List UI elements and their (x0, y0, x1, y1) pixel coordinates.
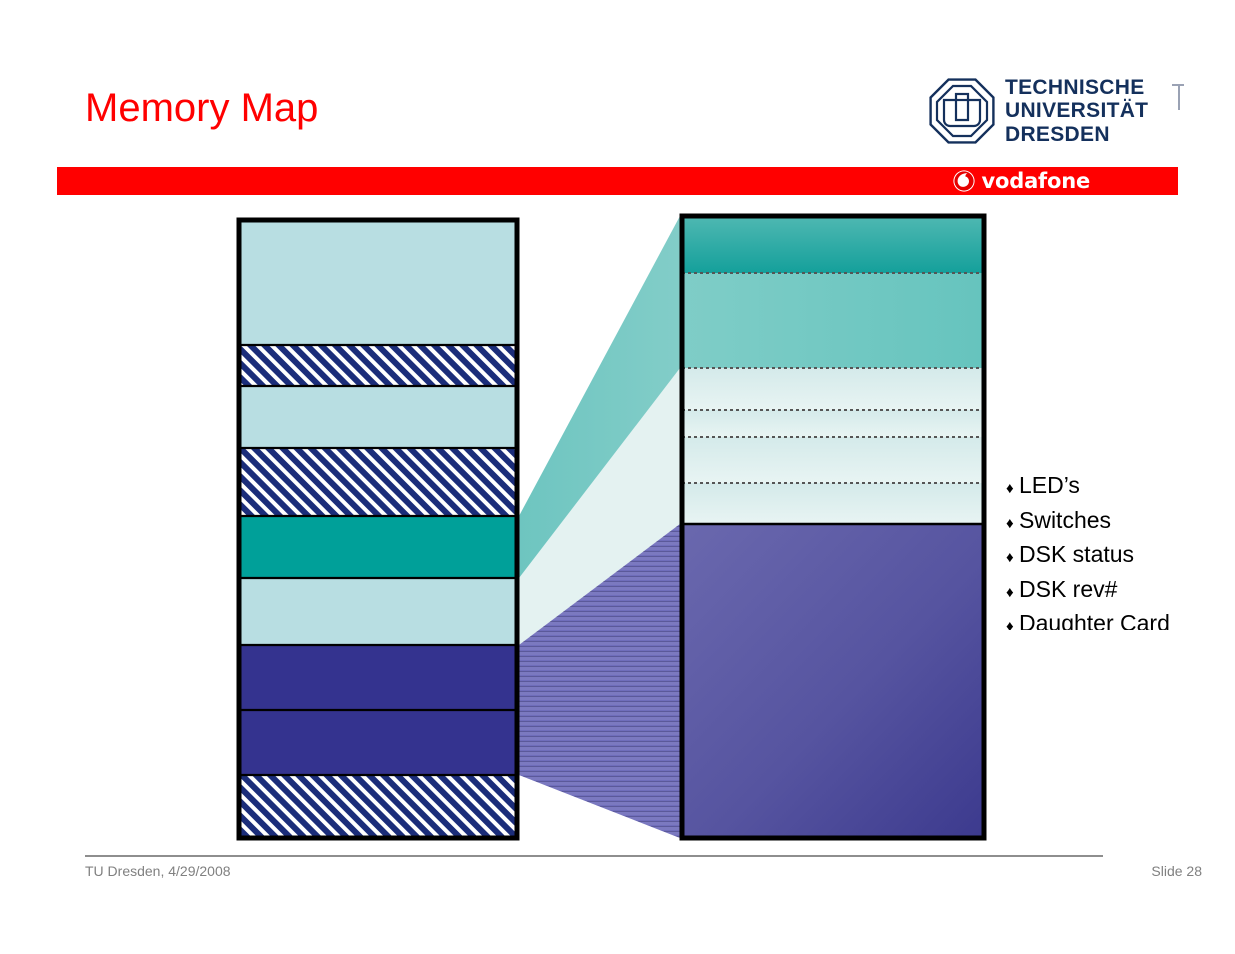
right-column-dotted-separators (682, 272, 984, 484)
connector-group (519, 216, 680, 838)
band-light-1 (239, 220, 517, 345)
detail-band-3 (682, 368, 984, 410)
slide-canvas: Memory Map TECHNISCHE UNIVERSITÄT DRESDE… (0, 0, 1235, 954)
band-indigo-1 (239, 645, 517, 710)
band-light-3 (239, 578, 517, 645)
right-detail-column (679, 213, 987, 841)
diamond-bullet-icon: ♦ (1006, 618, 1014, 630)
list-item: ♦ DSK status (1006, 539, 1235, 574)
list-item-label: DSK rev# (1019, 575, 1118, 602)
footer-divider (85, 855, 1103, 857)
diamond-bullet-icon: ♦ (1006, 514, 1014, 532)
connector-purple-wedge (519, 524, 680, 838)
connector-purple-wedge-overlay (519, 524, 680, 838)
feature-list: ♦ LED’s ♦ Switches ♦ DSK status ♦ DSK re… (1006, 470, 1235, 630)
detail-band-7 (682, 524, 984, 838)
connector-teal-wedge (519, 216, 680, 578)
tu-dresden-wordmark: TECHNISCHE UNIVERSITÄT DRESDEN (1005, 76, 1148, 146)
diamond-bullet-icon: ♦ (1006, 549, 1014, 566)
tu-logo-line-1: TECHNISCHE (1005, 76, 1145, 99)
right-column-outline (679, 213, 987, 841)
band-teal (239, 516, 517, 578)
band-hatch-2 (239, 448, 517, 516)
footer-left-text: TU Dresden, 4/29/2008 (85, 863, 231, 879)
list-item-label: Daughter Card (1019, 610, 1170, 630)
footer-slide-number: Slide 28 (1151, 863, 1202, 879)
header-tick-rule (1178, 84, 1180, 110)
list-item-label: DSK status (1019, 541, 1135, 567)
tu-dresden-octagon-logo-icon (929, 78, 995, 144)
detail-band-6 (682, 483, 984, 524)
list-item: ♦ LED’s (1006, 470, 1235, 505)
band-indigo-2 (239, 710, 517, 775)
detail-band-2 (682, 273, 984, 368)
diamond-bullet-icon: ♦ (1006, 480, 1014, 497)
vodafone-speechmark-icon (952, 170, 975, 192)
detail-band-4 (682, 410, 984, 437)
detail-band-1 (682, 216, 984, 273)
band-hatch-1 (239, 345, 517, 386)
list-item-label: LED’s (1019, 472, 1080, 498)
tu-dresden-logo: TECHNISCHE UNIVERSITÄT DRESDEN (929, 76, 1165, 146)
vodafone-wordmark: vodafone (981, 169, 1091, 193)
diamond-bullet-icon: ♦ (1006, 583, 1014, 601)
band-light-2 (239, 386, 517, 448)
left-column-outline (236, 217, 520, 841)
vodafone-logo: vodafone (952, 169, 1091, 193)
list-item: ♦ DSK rev# (1006, 574, 1235, 609)
left-memory-column (236, 217, 520, 841)
detail-band-5 (682, 437, 984, 483)
tu-logo-line-2: UNIVERSITÄT (1005, 99, 1149, 123)
list-item: ♦ Switches (1006, 505, 1235, 540)
list-item-label: Switches (1019, 506, 1112, 533)
connector-pale-wedge (519, 368, 680, 645)
tu-logo-line-3: DRESDEN (1005, 122, 1110, 146)
list-item: ♦ Daughter Card (1006, 608, 1235, 630)
band-hatch-3 (239, 775, 517, 838)
brand-bar: vodafone (57, 167, 1178, 195)
page-title: Memory Map (85, 86, 319, 130)
left-column-separators (239, 343, 517, 777)
